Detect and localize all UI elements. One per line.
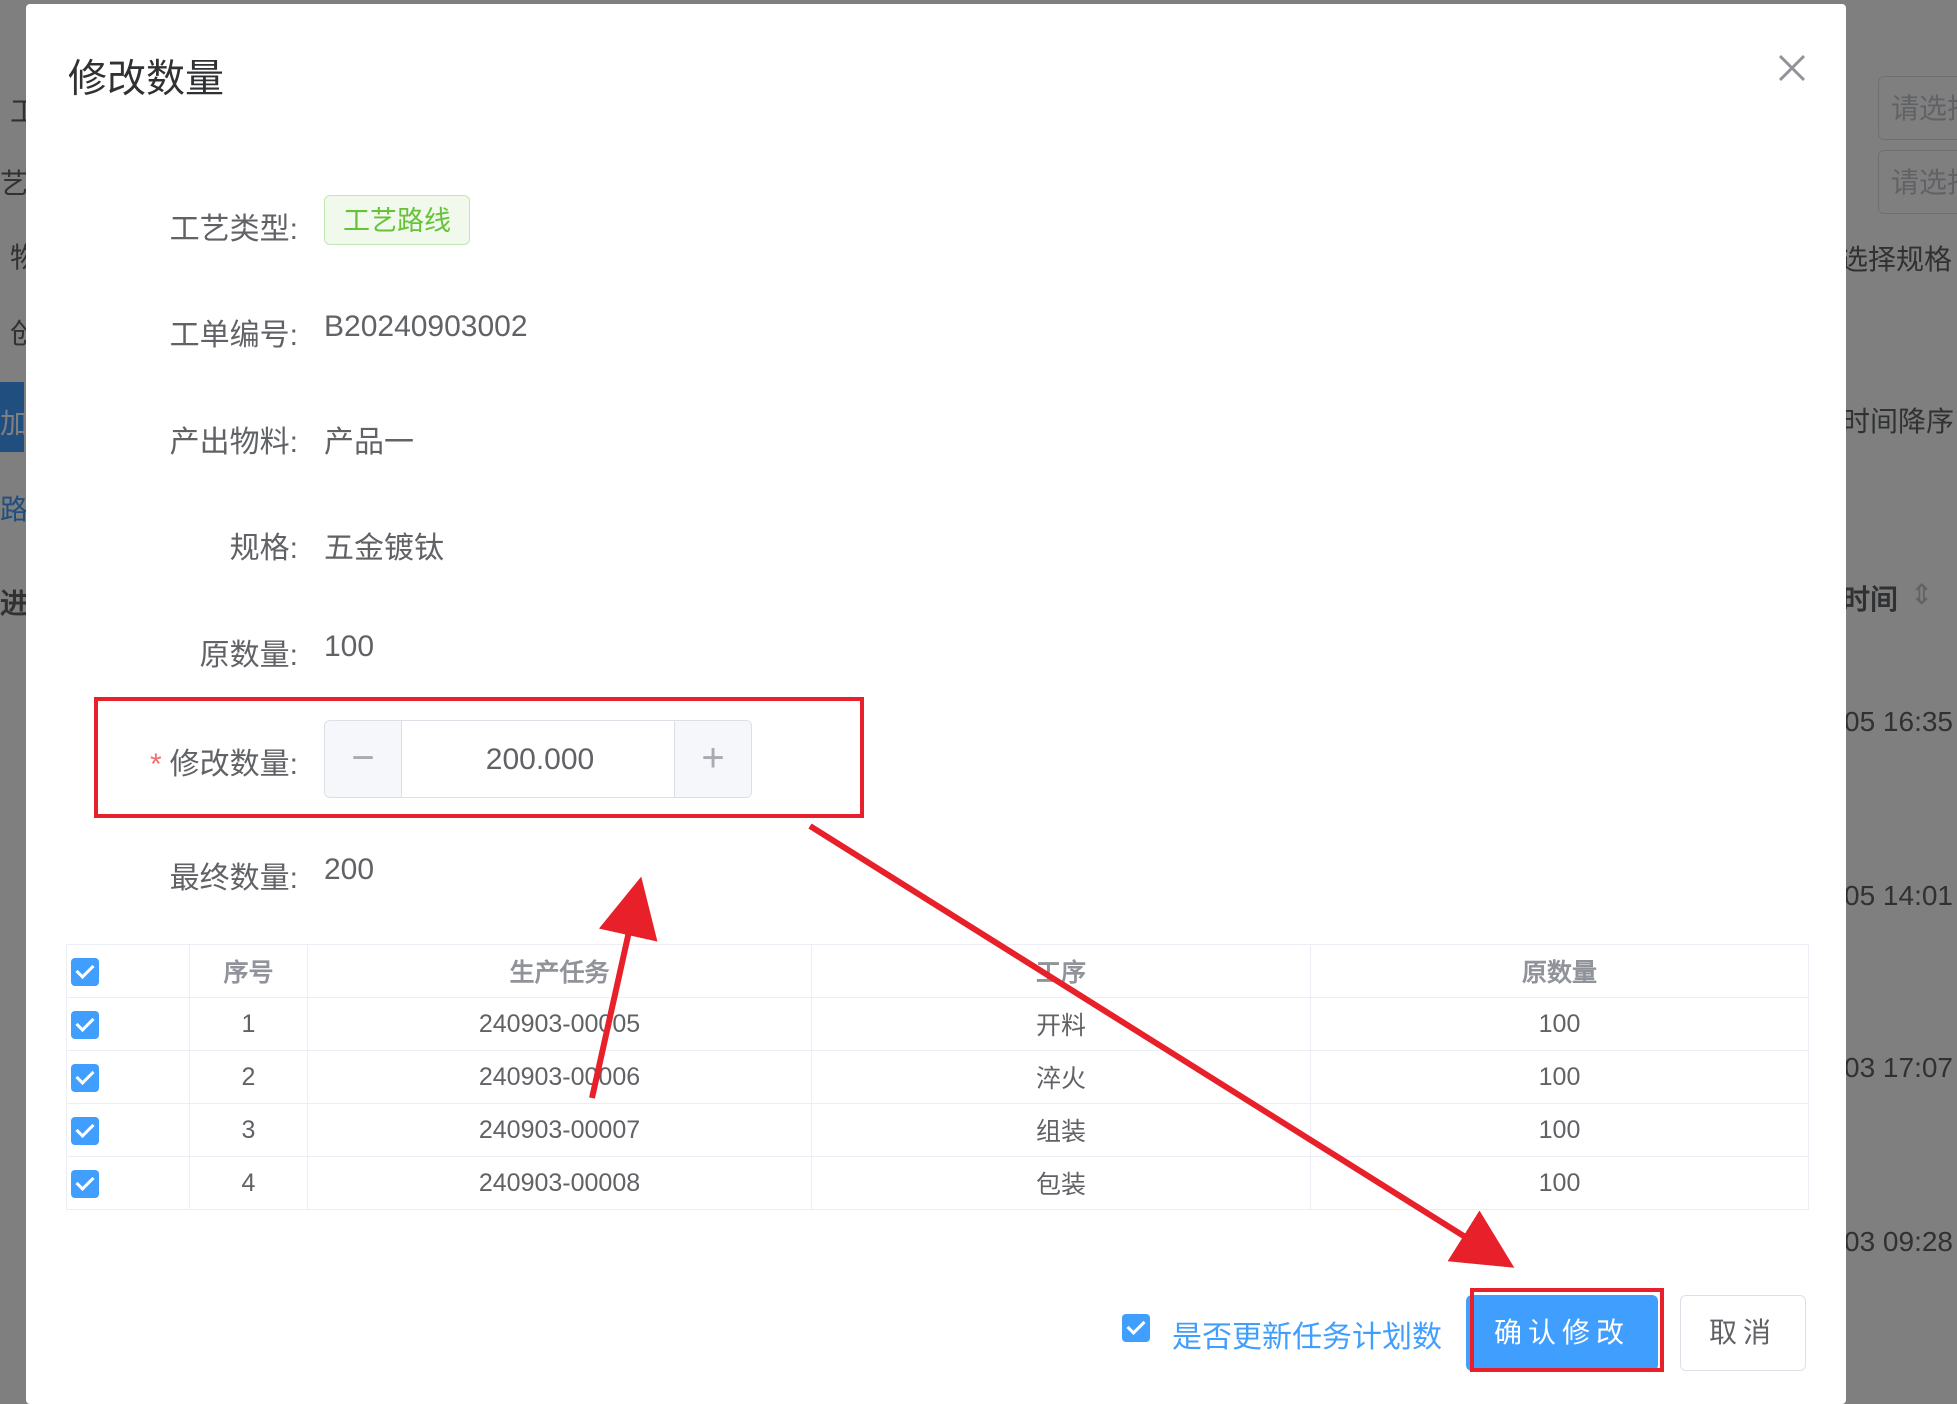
output-material-label: 产出物料: bbox=[169, 426, 298, 459]
dialog-title: 修改数量 bbox=[68, 58, 225, 101]
table-row[interactable]: 2 240903-00006 淬火 100 bbox=[66, 1050, 1809, 1104]
output-material-value: 产品一 bbox=[324, 426, 414, 459]
row-checkbox[interactable] bbox=[71, 1116, 99, 1145]
update-plan-label[interactable]: 是否更新任务计划数 bbox=[1172, 1312, 1442, 1356]
row-checkbox[interactable] bbox=[71, 1063, 99, 1092]
row-index: 4 bbox=[189, 1156, 308, 1210]
row-qty: 100 bbox=[1310, 1103, 1809, 1157]
row-index: 2 bbox=[189, 1050, 308, 1104]
table-row[interactable]: 3 240903-00007 组装 100 bbox=[66, 1103, 1809, 1157]
spec-value: 五金镀钛 bbox=[324, 532, 444, 565]
row-task: 240903-00007 bbox=[307, 1103, 812, 1157]
annotation-box-confirm bbox=[1470, 1288, 1664, 1372]
row-task: 240903-00008 bbox=[307, 1156, 812, 1210]
close-icon[interactable] bbox=[1772, 48, 1812, 88]
select-all-cell[interactable] bbox=[66, 944, 190, 998]
row-process: 包装 bbox=[811, 1156, 1311, 1210]
original-qty-label: 原数量: bbox=[199, 639, 298, 672]
row-checkbox[interactable] bbox=[71, 1169, 99, 1198]
row-process: 淬火 bbox=[811, 1050, 1311, 1104]
row-process: 组装 bbox=[811, 1103, 1311, 1157]
row-qty: 100 bbox=[1310, 1050, 1809, 1104]
table-header-row: 序号 生产任务 工序 原数量 bbox=[66, 944, 1809, 998]
row-qty: 100 bbox=[1310, 997, 1809, 1051]
column-header: 生产任务 bbox=[307, 944, 812, 998]
task-table: 序号 生产任务 工序 原数量 1 240903-00005 开料 100 2 2… bbox=[66, 944, 1809, 1210]
row-task: 240903-00005 bbox=[307, 997, 812, 1051]
work-order-label: 工单编号: bbox=[169, 319, 298, 352]
row-index: 3 bbox=[189, 1103, 308, 1157]
cancel-button[interactable]: 取消 bbox=[1680, 1295, 1806, 1371]
row-qty: 100 bbox=[1310, 1156, 1809, 1210]
update-plan-checkbox[interactable] bbox=[1122, 1314, 1150, 1342]
row-process: 开料 bbox=[811, 997, 1311, 1051]
final-qty-label: 最终数量: bbox=[169, 862, 298, 895]
work-order-value: B20240903002 bbox=[324, 310, 528, 343]
spec-label: 规格: bbox=[229, 532, 298, 565]
annotation-box-quantity bbox=[94, 697, 864, 818]
column-header: 原数量 bbox=[1310, 944, 1809, 998]
column-header: 工序 bbox=[811, 944, 1311, 998]
row-checkbox[interactable] bbox=[71, 1010, 99, 1039]
table-row[interactable]: 4 240903-00008 包装 100 bbox=[66, 1156, 1809, 1210]
column-header: 序号 bbox=[189, 944, 308, 998]
original-qty-value: 100 bbox=[324, 630, 375, 663]
row-task: 240903-00006 bbox=[307, 1050, 812, 1104]
row-index: 1 bbox=[189, 997, 308, 1051]
select-all-checkbox[interactable] bbox=[71, 957, 99, 986]
table-row[interactable]: 1 240903-00005 开料 100 bbox=[66, 997, 1809, 1051]
process-type-label: 工艺类型: bbox=[169, 213, 298, 246]
final-qty-value: 200 bbox=[324, 853, 375, 886]
process-type-tag: 工艺路线 bbox=[324, 195, 470, 245]
